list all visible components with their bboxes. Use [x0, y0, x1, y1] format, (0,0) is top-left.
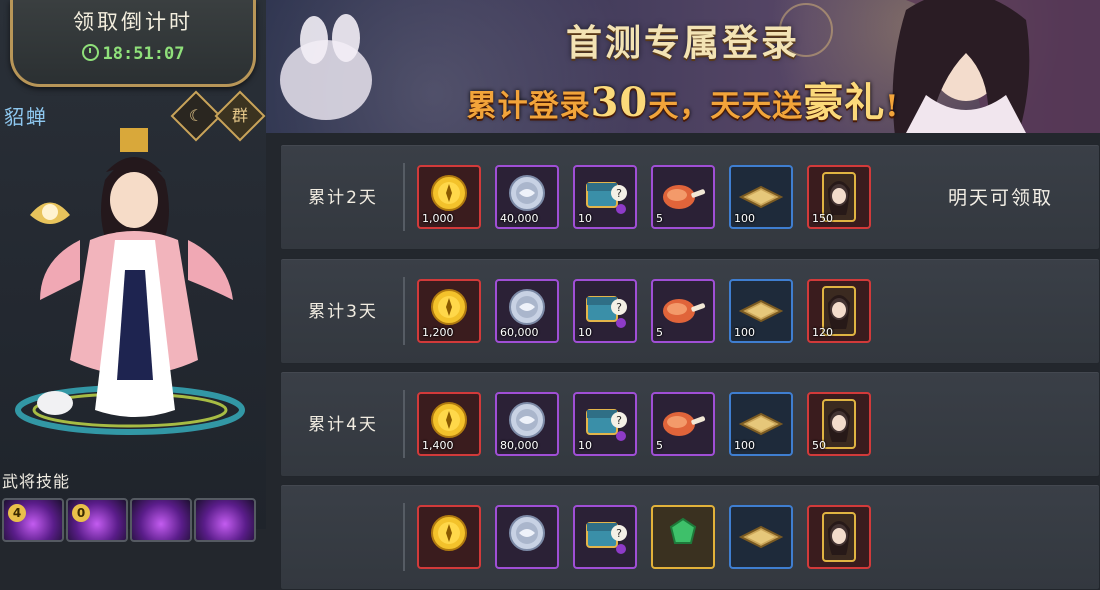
- subtitle-part: 累计登录: [466, 89, 591, 124]
- reward-row: 累计4天 1,400 80,000? 10 5 100 50: [280, 371, 1100, 477]
- reward-item[interactable]: 80,000: [495, 392, 559, 456]
- hero-panel: 领取倒计时 18:51:07 貂蝉 ☾ 群 武将技能 4 0: [0, 0, 266, 542]
- countdown-timer: 18:51:07: [13, 44, 253, 64]
- subtitle-days: 30: [590, 79, 649, 126]
- item-quantity: 100: [734, 439, 755, 452]
- skill-level: 0: [72, 504, 90, 522]
- item-quantity: 10: [578, 439, 592, 452]
- reward-item[interactable]: [651, 505, 715, 569]
- row-day-label: 累计2天: [308, 188, 378, 208]
- reward-item[interactable]: [417, 505, 481, 569]
- countdown-time: 18:51:07: [102, 44, 185, 64]
- reward-item[interactable]: 60,000: [495, 279, 559, 343]
- row-divider: [403, 503, 405, 571]
- reward-item[interactable]: 40,000: [495, 165, 559, 229]
- skill-slot-2[interactable]: 0: [66, 498, 128, 542]
- reward-item[interactable]: 5: [651, 165, 715, 229]
- reward-item[interactable]: 150: [807, 165, 871, 229]
- reward-item[interactable]: ?: [573, 505, 637, 569]
- svg-text:?: ?: [616, 187, 622, 200]
- item-quantity: 1,000: [422, 212, 454, 225]
- reward-item[interactable]: 100: [729, 279, 793, 343]
- countdown-title: 领取倒计时: [73, 10, 193, 34]
- claim-countdown: 领取倒计时 18:51:07: [10, 0, 256, 87]
- reward-row: ?: [280, 484, 1100, 590]
- reward-item[interactable]: ? 10: [573, 392, 637, 456]
- banner-subtitle: 累计登录30天，天天送豪礼!: [266, 70, 1100, 128]
- reward-item[interactable]: 100: [729, 392, 793, 456]
- svg-text:?: ?: [616, 414, 622, 427]
- item-quantity: 100: [734, 212, 755, 225]
- item-quantity: 5: [656, 326, 663, 339]
- event-banner: 首测专属登录 累计登录30天，天天送豪礼!: [266, 0, 1100, 133]
- svg-text:?: ?: [616, 301, 622, 314]
- reward-item[interactable]: 120: [807, 279, 871, 343]
- skill-level: 4: [8, 504, 26, 522]
- item-quantity: 150: [812, 212, 833, 225]
- item-quantity: 40,000: [500, 212, 539, 225]
- reward-item[interactable]: 1,200: [417, 279, 481, 343]
- reward-item[interactable]: [807, 505, 871, 569]
- row-day-label: 累计4天: [308, 415, 378, 435]
- item-quantity: 5: [656, 212, 663, 225]
- skill-slot-1[interactable]: 4: [2, 498, 64, 542]
- reward-item[interactable]: [729, 505, 793, 569]
- subtitle-part: 天，天天送: [648, 89, 804, 124]
- skill-slot-3[interactable]: [130, 498, 192, 542]
- reward-item[interactable]: ? 10: [573, 279, 637, 343]
- row-divider: [403, 163, 405, 231]
- item-quantity: 10: [578, 212, 592, 225]
- reward-item[interactable]: 5: [651, 392, 715, 456]
- row-divider: [403, 390, 405, 458]
- reward-item[interactable]: [495, 505, 559, 569]
- reward-item[interactable]: 100: [729, 165, 793, 229]
- reward-item[interactable]: 1,400: [417, 392, 481, 456]
- item-quantity: 120: [812, 326, 833, 339]
- banner-title: 首测专属登录: [565, 22, 800, 64]
- reward-row: 累计2天 1,000 40,000? 10 5 100 150 明天可领取: [280, 144, 1100, 250]
- subtitle-part: !: [885, 89, 900, 124]
- row-divider: [403, 277, 405, 345]
- item-quantity: 5: [656, 439, 663, 452]
- reward-item[interactable]: ? 10: [573, 165, 637, 229]
- item-quantity: 1,400: [422, 439, 454, 452]
- clock-icon: [81, 44, 99, 61]
- skills-label: 武将技能: [2, 472, 71, 491]
- item-quantity: 100: [734, 326, 755, 339]
- hero-portrait-figure[interactable]: [10, 120, 260, 460]
- item-quantity: 60,000: [500, 326, 539, 339]
- reward-item[interactable]: 50: [807, 392, 871, 456]
- reward-item[interactable]: 1,000: [417, 165, 481, 229]
- item-quantity: 50: [812, 439, 826, 452]
- item-quantity: 10: [578, 326, 592, 339]
- reward-row: 累计3天 1,200 60,000? 10 5 100 120: [280, 258, 1100, 364]
- reward-item[interactable]: 5: [651, 279, 715, 343]
- row-day-label: 累计3天: [308, 302, 378, 322]
- item-quantity: 1,200: [422, 326, 454, 339]
- item-quantity: 80,000: [500, 439, 539, 452]
- claim-status[interactable]: 明天可领取: [948, 183, 1053, 210]
- subtitle-highlight: 豪礼: [803, 79, 886, 126]
- skill-slot-4[interactable]: [194, 498, 256, 542]
